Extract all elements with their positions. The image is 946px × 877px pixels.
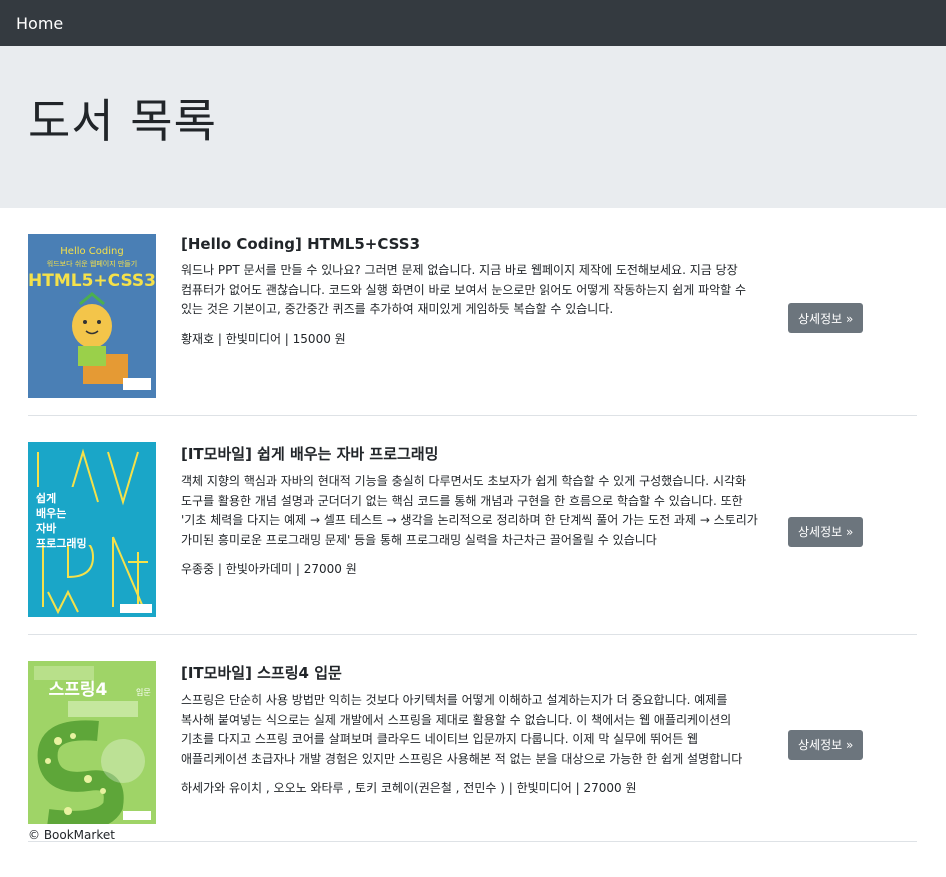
book-description: 객체 지향의 핵심과 자바의 현대적 기능을 충실히 다루면서도 초보자가 쉽게… bbox=[181, 474, 758, 547]
book-title: [IT모바일] 쉽게 배우는 자바 프로그래밍 bbox=[181, 445, 439, 463]
book-meta: 황재호 | 한빛미디어 | 15000 원 bbox=[181, 331, 346, 346]
home-link[interactable]: Home bbox=[16, 14, 63, 33]
svg-text:프로그래밍: 프로그래밍 bbox=[36, 536, 87, 550]
svg-text:HTML5+CSS3: HTML5+CSS3 bbox=[28, 271, 156, 291]
footer-copyright: © BookMarket bbox=[28, 828, 115, 842]
book-item: Hello Coding 워드보다 쉬운 웹페이지 만들기 HTML5+CSS3… bbox=[28, 208, 917, 416]
book-info: [IT모바일] 스프링4 입문 스프링은 단순히 사용 방법만 익히는 것보다 … bbox=[181, 661, 763, 828]
book-cover-image: 스프링4 입문 bbox=[28, 661, 156, 831]
svg-text:배우는: 배우는 bbox=[36, 506, 66, 520]
detail-button[interactable]: 상세정보 » bbox=[788, 303, 864, 333]
book-info: [IT모바일] 쉽게 배우는 자바 프로그래밍 객체 지향의 핵심과 자바의 현… bbox=[181, 442, 763, 621]
book-item: 쉽게 배우는 자바 프로그래밍 [IT모바일] 쉽게 배우는 자바 프로그래밍 … bbox=[28, 416, 917, 635]
svg-text:입문: 입문 bbox=[136, 688, 151, 697]
svg-text:워드보다 쉬운 웹페이지 만들기: 워드보다 쉬운 웹페이지 만들기 bbox=[47, 259, 137, 268]
book-info: [Hello Coding] HTML5+CSS3 워드나 PPT 문서를 만들… bbox=[181, 234, 763, 402]
book-item: 스프링4 입문 [IT모바일] 스프링4 입문 스프링은 단순히 사용 방법만 … bbox=[28, 635, 917, 842]
book-meta: 우종중 | 한빛아카데미 | 27000 원 bbox=[181, 562, 357, 576]
detail-button[interactable]: 상세정보 » bbox=[788, 516, 864, 547]
book-description: 스프링은 단순히 사용 방법만 익히는 것보다 아키텍처를 어떻게 이해하고 설… bbox=[181, 693, 743, 766]
page-header: 도서 목록 bbox=[0, 46, 946, 208]
detail-button[interactable]: 상세정보 » bbox=[788, 729, 864, 760]
book-title: [Hello Coding] HTML5+CSS3 bbox=[181, 235, 421, 253]
book-meta: 하세가와 유이치 , 오오노 와타루 , 토키 코헤이(권은철 , 전민수 ) … bbox=[181, 781, 637, 795]
page-title: 도서 목록 bbox=[28, 94, 217, 148]
svg-text:스프링4: 스프링4 bbox=[49, 680, 108, 700]
book-cover-image: 쉽게 배우는 자바 프로그래밍 bbox=[28, 442, 156, 621]
svg-text:자바: 자바 bbox=[36, 521, 57, 535]
book-title: [IT모바일] 스프링4 입문 bbox=[181, 664, 342, 682]
svg-text:Hello Coding: Hello Coding bbox=[60, 246, 123, 257]
book-description: 워드나 PPT 문서를 만들 수 있나요? 그러면 문제 없습니다. 지금 바로… bbox=[181, 263, 747, 316]
book-list: Hello Coding 워드보다 쉬운 웹페이지 만들기 HTML5+CSS3… bbox=[28, 208, 917, 842]
book-cover-image: Hello Coding 워드보다 쉬운 웹페이지 만들기 HTML5+CSS3 bbox=[28, 234, 156, 402]
svg-text:쉽게: 쉽게 bbox=[36, 491, 56, 505]
top-navbar: Home bbox=[0, 0, 946, 46]
